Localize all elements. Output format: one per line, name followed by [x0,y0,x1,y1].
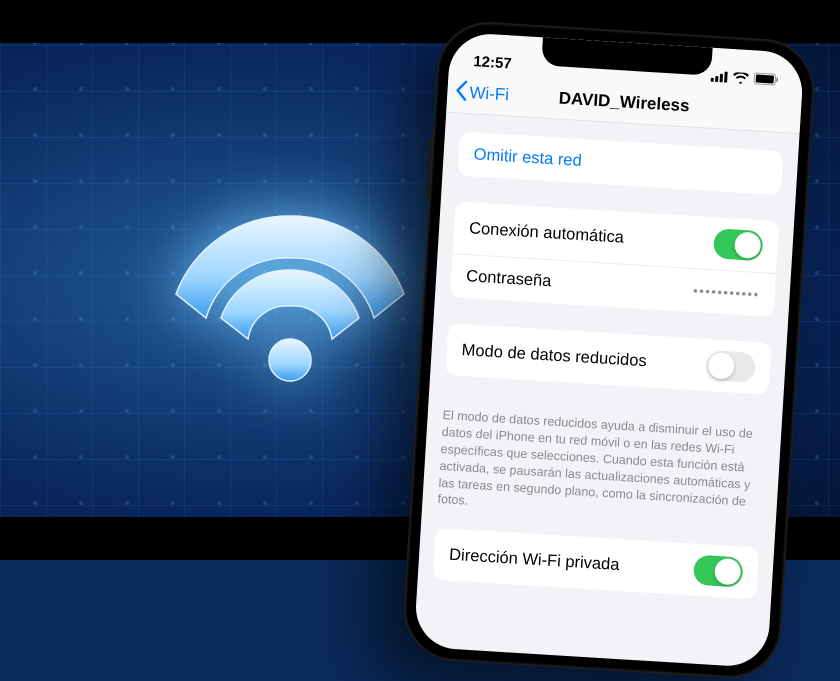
group-forget: Omitir esta red [457,131,783,195]
back-label: Wi-Fi [469,83,510,105]
auto-join-toggle[interactable] [713,228,764,261]
iphone-frame: 12:57 Wi-Fi DAVID_Wireless [401,19,817,681]
cellular-signal-icon [711,70,729,82]
group-connection: Conexión automática Contraseña •••••••••… [450,201,779,317]
status-time: 12:57 [473,53,512,72]
low-data-label: Modo de datos reducidos [461,341,647,371]
wifi-icon [140,150,440,450]
password-label: Contraseña [466,267,552,291]
low-data-row[interactable]: Modo de datos reducidos [445,323,772,395]
wifi-status-icon [733,72,750,84]
private-address-row[interactable]: Dirección Wi-Fi privada [433,528,760,600]
battery-icon [753,72,779,86]
forget-network-label: Omitir esta red [473,145,582,171]
chevron-left-icon [455,80,469,106]
forget-network-button[interactable]: Omitir esta red [457,131,783,195]
password-value-masked: ••••••••••• [693,283,760,302]
group-low-data: Modo de datos reducidos [445,323,772,395]
iphone-screen: 12:57 Wi-Fi DAVID_Wireless [414,32,805,668]
private-address-label: Dirección Wi-Fi privada [449,545,620,574]
low-data-toggle[interactable] [705,350,756,383]
settings-content[interactable]: Omitir esta red Conexión automática Cont… [418,113,800,601]
low-data-footer: El modo de datos reducidos ayuda a dismi… [422,400,782,529]
back-button[interactable]: Wi-Fi [455,80,510,108]
auto-join-label: Conexión automática [469,219,625,247]
group-private-address: Dirección Wi-Fi privada [433,528,760,600]
